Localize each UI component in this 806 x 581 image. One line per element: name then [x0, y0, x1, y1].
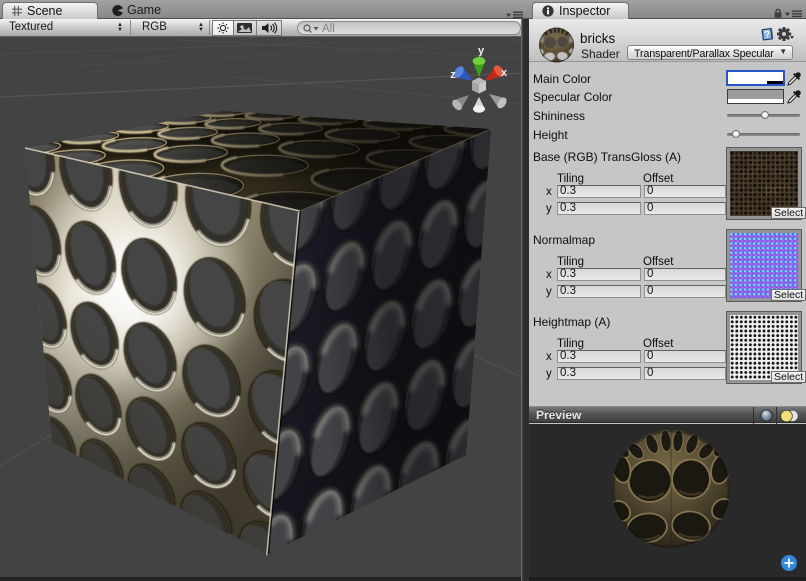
svg-text:y: y [478, 45, 485, 57]
svg-text:x: x [501, 67, 508, 79]
svg-text:z: z [450, 69, 456, 81]
